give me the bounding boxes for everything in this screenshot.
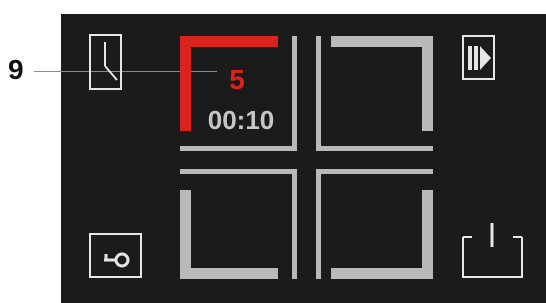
zone-top-right[interactable]	[316, 36, 433, 151]
zone-bottom-right[interactable]	[316, 169, 433, 279]
cooktop-screen: 9 5 00:10	[0, 0, 546, 303]
zone-timer-readout: 00:10	[207, 105, 275, 135]
zone-power-level: 5	[229, 64, 245, 95]
cooking-zones	[180, 36, 433, 279]
zone-bottom-left[interactable]	[180, 169, 297, 279]
